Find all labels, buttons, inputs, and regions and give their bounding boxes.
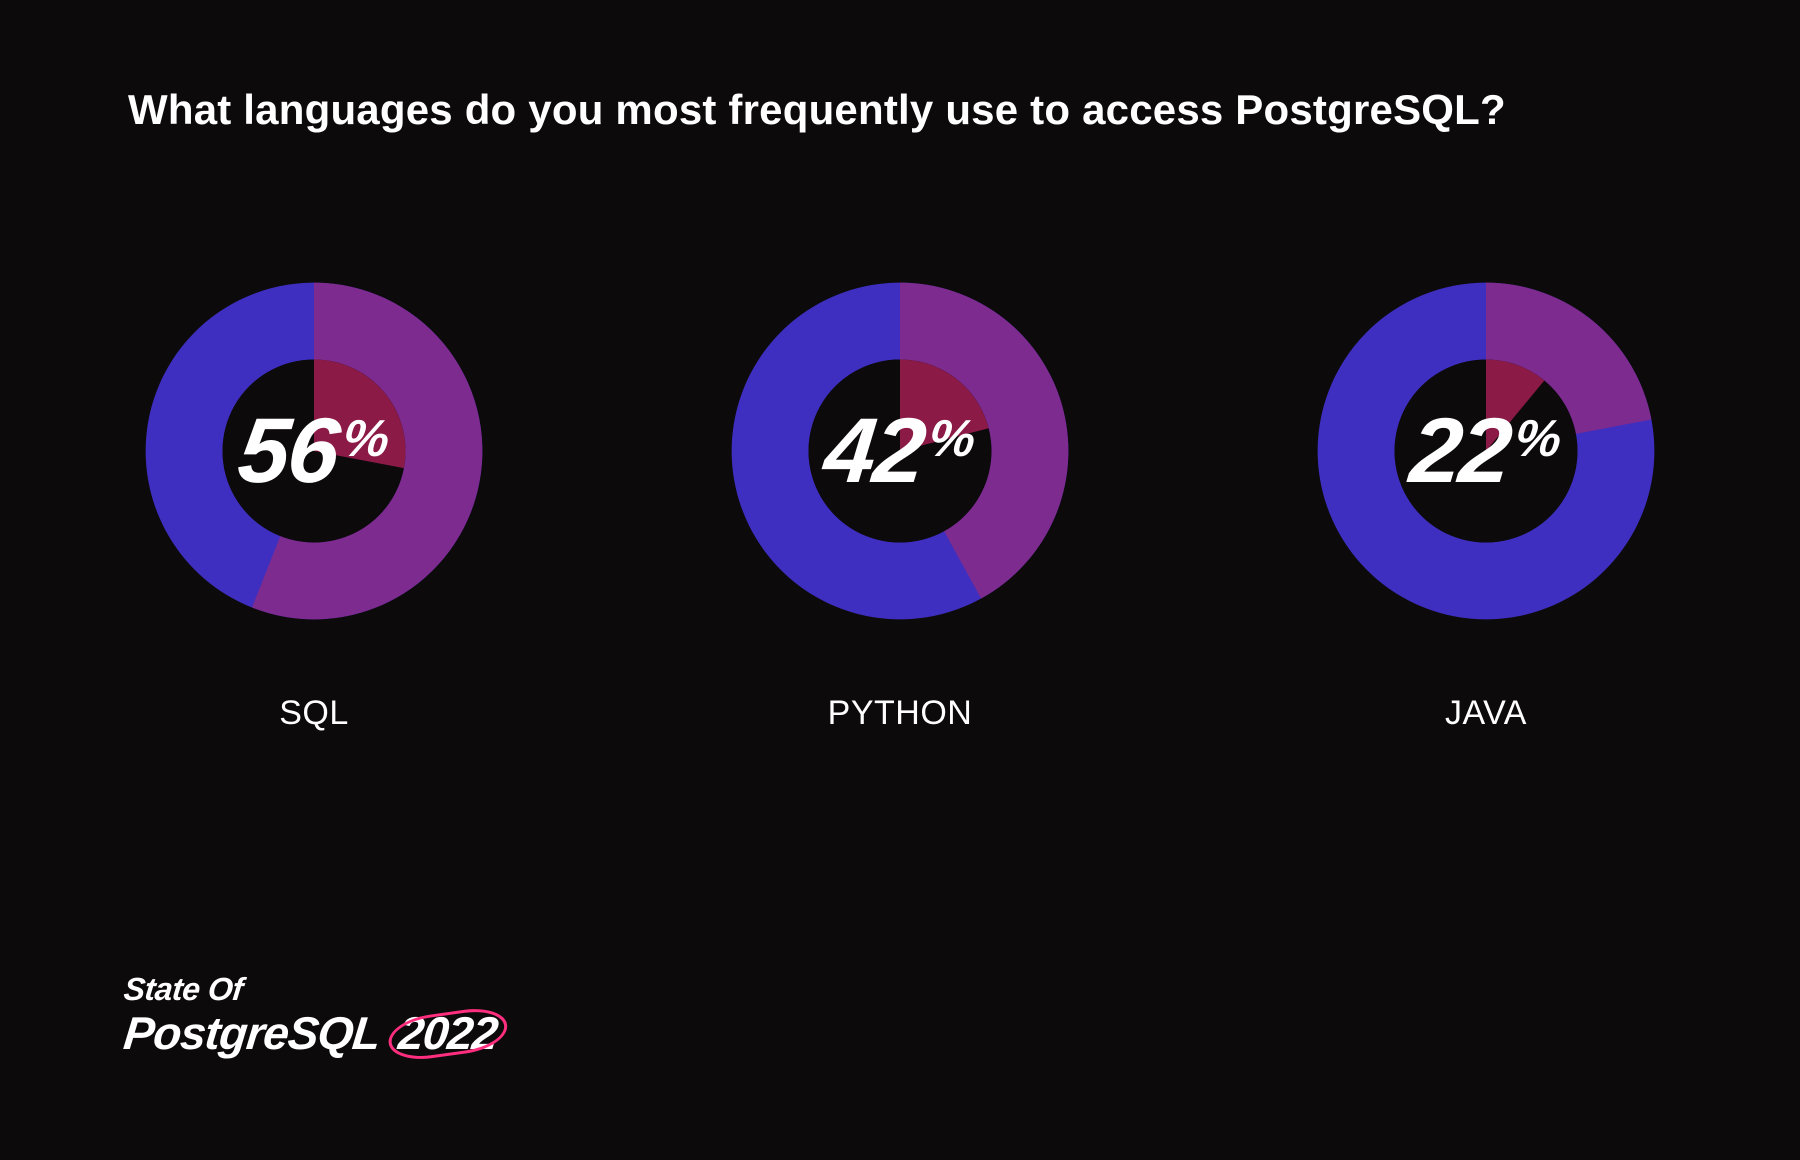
- footer-line1: State Of: [122, 971, 245, 1008]
- donut-icon: 56 %: [131, 268, 497, 634]
- footer-brand: State Of PostgreSQL 2022: [124, 971, 499, 1060]
- donut-chart: 22 % JAVA: [1303, 268, 1669, 733]
- charts-row: 56 % SQL 42 % PYTHON 22 % JAVA: [0, 268, 1800, 733]
- donut-chart: 56 % SQL: [131, 268, 497, 733]
- chart-title: What languages do you most frequently us…: [128, 86, 1506, 134]
- donut-label: SQL: [279, 694, 349, 733]
- donut-label: PYTHON: [828, 694, 973, 733]
- footer-year: 2022: [394, 1006, 502, 1060]
- donut-icon: 22 %: [1303, 268, 1669, 634]
- donut-label: JAVA: [1445, 694, 1527, 733]
- donut-icon: 42 %: [717, 268, 1083, 634]
- footer-brand-name: PostgreSQL: [121, 1007, 381, 1059]
- footer-line2: PostgreSQL 2022: [121, 1006, 502, 1060]
- donut-chart: 42 % PYTHON: [717, 268, 1083, 733]
